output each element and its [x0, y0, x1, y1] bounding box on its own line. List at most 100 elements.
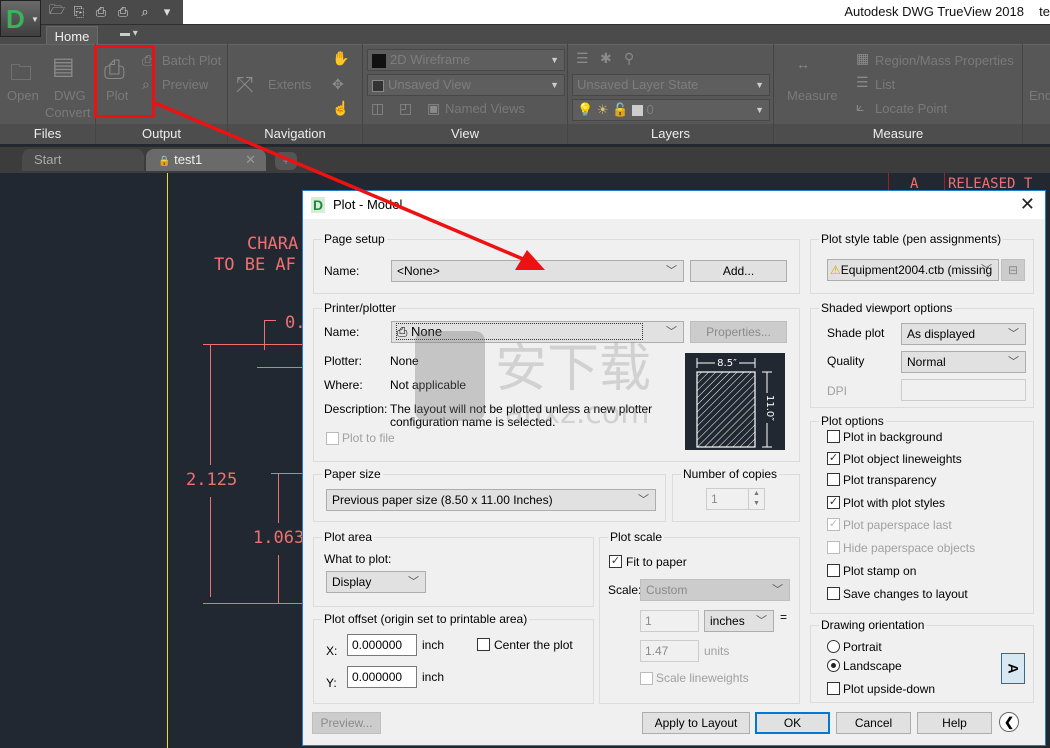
dialog-title-bar[interactable]: D Plot - Model ✕ — [303, 191, 1045, 219]
customize-icon[interactable]: ▾ — [159, 4, 175, 20]
plot-icon[interactable]: ⎙ — [93, 4, 109, 20]
ribbon-minimize-toggle[interactable]: ▬ ▾ — [120, 28, 138, 39]
edit-plot-style-button[interactable]: ⊟ — [1001, 259, 1025, 281]
app-icon: D — [311, 197, 325, 213]
plot-option-checkbox[interactable] — [827, 541, 840, 554]
view-box-icon[interactable]: ◰ — [399, 100, 412, 117]
dwg-convert-button[interactable]: DWG — [54, 88, 86, 103]
doc-tab-test1[interactable]: 🔒 test1 ✕ — [146, 149, 266, 171]
layer-isolate-icon[interactable]: ⚲ — [624, 50, 634, 67]
open-icon[interactable]: 🗁 — [49, 1, 65, 23]
plot-option-checkbox[interactable]: ✓ — [827, 518, 840, 531]
offset-y-input[interactable]: 0.000000 — [347, 666, 417, 688]
named-view-dropdown[interactable]: Unsaved View ▼ — [367, 74, 565, 96]
fit-to-paper-checkbox[interactable]: ✓ — [609, 555, 622, 568]
scale-lineweights-checkbox[interactable] — [640, 672, 653, 685]
dwg-convert-icon[interactable]: ⎘ — [71, 4, 87, 20]
page-setup-name-dropdown[interactable]: <None> ﹀ — [391, 260, 684, 282]
plot-option-checkbox[interactable]: ✓ — [827, 452, 840, 465]
dimension-line — [257, 367, 303, 368]
layer-state-dropdown[interactable]: Unsaved Layer State ▼ — [572, 74, 770, 96]
application-menu-button[interactable]: D ▼ — [0, 0, 41, 37]
panel-layers: ☰ ✱ ⚲ Unsaved Layer State ▼ 💡 ☀ 🔓 0 ▼ Laye… — [568, 44, 774, 144]
panel-extra: End — [1023, 44, 1050, 144]
named-views-button[interactable]: Named Views — [445, 101, 525, 116]
measure-button[interactable]: Measure — [787, 88, 838, 103]
layer-properties-icon[interactable]: ☰ — [576, 50, 589, 67]
group-label: Plot options — [819, 414, 886, 428]
showmotion-icon[interactable]: ☝ — [332, 100, 349, 117]
group-label: Printer/plotter — [322, 301, 399, 315]
locate-point-button[interactable]: Locate Point — [875, 101, 947, 116]
plot-to-file-checkbox[interactable] — [326, 432, 339, 445]
help-button[interactable]: Help — [917, 712, 992, 734]
printer-name-dropdown[interactable]: ⎙ None ﹀ — [391, 321, 684, 343]
doc-tab-start[interactable]: Start — [22, 149, 144, 171]
drawing-text: TO BE AF — [214, 255, 296, 275]
landscape-radio[interactable] — [827, 659, 840, 672]
dpi-input[interactable] — [901, 379, 1026, 401]
plot-option-label: Plot with plot styles — [843, 496, 946, 510]
plot-option-checkbox[interactable] — [827, 587, 840, 600]
collapse-options-icon[interactable]: ❮ — [999, 712, 1019, 732]
paper-size-dropdown[interactable]: Previous paper size (8.50 x 11.00 Inches… — [326, 489, 656, 511]
what-to-plot-dropdown[interactable]: Display ﹀ — [326, 571, 426, 593]
title-block-line — [944, 173, 945, 191]
scale-denominator-input[interactable]: 1.47 — [640, 640, 699, 662]
orbit-icon[interactable]: ✥ — [332, 76, 344, 93]
scale-unit-dropdown[interactable]: inches ﹀ — [704, 610, 774, 632]
view-cube-icon[interactable]: ◫ — [371, 100, 384, 117]
shade-plot-dropdown[interactable]: As displayed ﹀ — [901, 323, 1026, 345]
endpoint-button[interactable]: End — [1029, 88, 1050, 103]
plot-option-checkbox[interactable]: ✓ — [827, 496, 840, 509]
close-tab-icon[interactable]: ✕ — [245, 149, 256, 171]
preview-button[interactable]: Preview — [162, 77, 208, 92]
properties-button[interactable]: Properties... — [690, 321, 787, 343]
plot-option-checkbox[interactable] — [827, 430, 840, 443]
plot-upside-down-label: Plot upside-down — [843, 682, 936, 696]
layer-dropdown[interactable]: 💡 ☀ 🔓 0 ▼ — [572, 99, 770, 121]
cancel-button[interactable]: Cancel — [836, 712, 911, 734]
pan-icon[interactable]: ✋ — [332, 50, 349, 67]
chevron-down-icon: ﹀ — [756, 615, 767, 627]
plot-upside-down-checkbox[interactable] — [827, 682, 840, 695]
extents-button[interactable]: Extents — [268, 77, 311, 92]
page-setup-group: Page setup Name: <None> ﹀ Add... — [313, 232, 800, 294]
panel-view: 2D Wireframe ▼ Unsaved View ▼ ◫ ◰ ▣ Named … — [363, 44, 568, 144]
plot-option-checkbox[interactable] — [827, 473, 840, 486]
plot-style-dropdown[interactable]: ⚠Equipment2004.ctb (missing ﹀ — [827, 259, 999, 281]
window-title-file: te — [1039, 4, 1050, 19]
scale-numerator-input[interactable]: 1 — [640, 610, 699, 632]
quality-dropdown[interactable]: Normal ﹀ — [901, 351, 1026, 373]
visual-style-dropdown[interactable]: 2D Wireframe ▼ — [367, 49, 565, 71]
preview-button[interactable]: Preview... — [312, 712, 381, 734]
scale-dropdown[interactable]: Custom ﹀ — [640, 579, 790, 601]
group-label: Drawing orientation — [819, 618, 927, 632]
apply-to-layout-button[interactable]: Apply to Layout — [642, 712, 750, 734]
copies-input[interactable]: 1 ▲ ▼ — [706, 488, 765, 510]
layer-freeze-icon[interactable]: ✱ — [600, 50, 612, 67]
portrait-radio[interactable] — [827, 640, 840, 653]
center-plot-checkbox[interactable] — [477, 638, 490, 651]
chevron-down-icon: ﹀ — [638, 494, 649, 506]
region-mass-button[interactable]: Region/Mass Properties — [875, 53, 1014, 68]
plot-option-label: Plot stamp on — [843, 564, 917, 578]
list-button[interactable]: List — [875, 77, 895, 92]
dialog-title: Plot - Model — [333, 197, 403, 212]
measure-icon: ↔ — [796, 56, 810, 72]
plot-to-file-label: Plot to file — [342, 431, 395, 445]
tab-home[interactable]: Home — [46, 26, 98, 46]
dimension-line — [278, 555, 279, 603]
batch-plot-button[interactable]: Batch Plot — [162, 53, 221, 68]
ok-button[interactable]: OK — [755, 712, 830, 734]
spinner-icon[interactable]: ▲ ▼ — [748, 489, 764, 509]
add-page-setup-button[interactable]: Add... — [690, 260, 787, 282]
preview-icon[interactable]: ⌕ — [137, 4, 153, 20]
close-icon[interactable]: ✕ — [1020, 194, 1035, 215]
batch-plot-icon[interactable]: ⎙ — [115, 4, 131, 20]
new-tab-button[interactable]: + — [275, 152, 297, 170]
preview-height-label: 11.0″ — [764, 395, 775, 421]
open-button[interactable]: Open — [7, 88, 39, 103]
plot-option-checkbox[interactable] — [827, 564, 840, 577]
offset-x-input[interactable]: 0.000000 — [347, 634, 417, 656]
